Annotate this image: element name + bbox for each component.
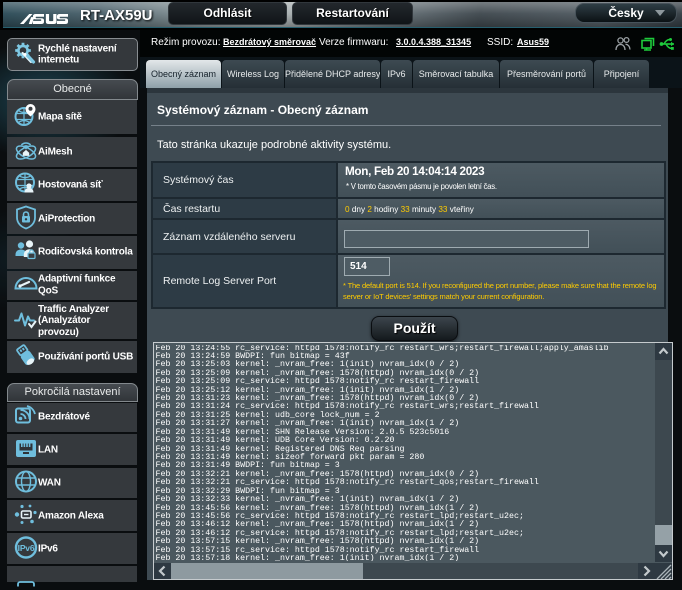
svg-text:IPv6: IPv6 [18, 543, 35, 553]
